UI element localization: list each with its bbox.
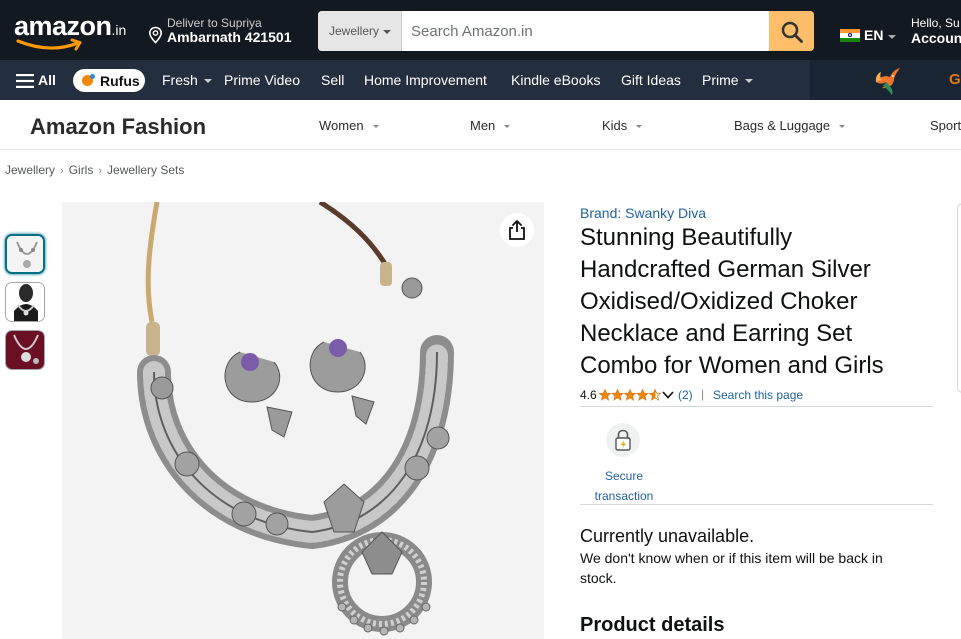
all-menu-label: All <box>38 72 56 88</box>
chevron-down-icon <box>372 125 379 129</box>
chevron-down-icon <box>504 125 511 129</box>
category-label: Kids <box>602 118 628 133</box>
deliver-to-label: Deliver to Supriya <box>167 16 262 30</box>
search-category-label: Jewellery <box>329 24 380 38</box>
chevron-down-icon <box>839 125 846 129</box>
logo-domain: .in <box>111 22 127 38</box>
availability-note: We don't know when or if this item will … <box>580 550 883 586</box>
store-category-kids[interactable]: Kids <box>602 118 643 133</box>
logo-wordmark: amazon <box>14 11 112 41</box>
nav-link-label: Prime <box>702 72 739 88</box>
side-panel-edge <box>957 203 961 393</box>
chevron-down-icon <box>383 29 392 34</box>
secondary-navigation-bar: All Rufus Fresh Prime Video Sell Home Im… <box>0 60 961 100</box>
category-label: Women <box>319 118 364 133</box>
search-category-dropdown[interactable]: Jewellery <box>318 11 402 51</box>
store-category-bags-luggage[interactable]: Bags & Luggage <box>734 118 846 133</box>
secure-transaction-link[interactable]: Secure transaction <box>584 466 664 506</box>
rufus-icon-accent <box>90 74 95 79</box>
breadcrumb-jewellery[interactable]: Jewellery <box>5 163 55 177</box>
chevron-down-icon <box>203 79 212 84</box>
search-bar: Jewellery <box>318 11 814 51</box>
rufus-label: Rufus <box>100 73 140 89</box>
thumbnail-1[interactable] <box>5 234 45 274</box>
secure-transaction-badge[interactable] <box>606 423 640 457</box>
chevron-down-icon <box>636 125 643 129</box>
store-title[interactable]: Amazon Fashion <box>30 114 206 140</box>
necklace-product-image <box>62 202 544 639</box>
necklace-thumbnail-image <box>7 236 43 272</box>
rating-value: 4.6 <box>580 388 597 402</box>
chevron-down-icon[interactable] <box>662 391 674 399</box>
product-title: Stunning Beautifully Handcrafted German … <box>580 224 884 379</box>
availability-status: Currently unavailable. <box>580 526 755 546</box>
star-rating-icon[interactable] <box>599 389 661 401</box>
nav-link-sell[interactable]: Sell <box>321 72 344 88</box>
fashion-store-header: Amazon Fashion Women Men Kids Bags & Lug… <box>0 100 961 150</box>
review-count-link[interactable]: (2) <box>678 388 693 402</box>
store-category-men[interactable]: Men <box>470 118 511 133</box>
amazon-logo[interactable]: amazon.in <box>14 12 126 52</box>
nav-link-gift-ideas[interactable]: Gift Ideas <box>621 72 681 88</box>
divider <box>580 504 933 505</box>
breadcrumb-jewellery-sets[interactable]: Jewellery Sets <box>107 163 184 177</box>
account-menu[interactable]: Account <box>911 30 961 46</box>
top-navigation-bar: amazon.in Deliver to Supriya Ambarnath 4… <box>0 0 961 60</box>
search-input[interactable] <box>403 11 770 51</box>
hamburger-icon <box>16 74 34 88</box>
breadcrumb-girls[interactable]: Girls <box>69 163 94 177</box>
category-label: Bags & Luggage <box>734 118 831 133</box>
category-label: Men <box>470 118 496 133</box>
store-category-women[interactable]: Women <box>319 118 379 133</box>
nav-link-label: Fresh <box>162 72 198 88</box>
search-icon <box>781 21 803 43</box>
nav-link-prime-video[interactable]: Prime Video <box>224 72 300 88</box>
nav-link-kindle-ebooks[interactable]: Kindle eBooks <box>511 72 601 88</box>
share-button[interactable] <box>500 213 534 247</box>
thumbnail-2[interactable] <box>5 282 45 322</box>
product-details-heading: Product details <box>580 614 725 636</box>
brand-link[interactable]: Brand: Swanky Diva <box>580 205 706 221</box>
divider: | <box>701 387 705 401</box>
product-main-image[interactable] <box>62 202 544 639</box>
language-code: EN <box>864 27 884 43</box>
festival-bird-icon <box>875 68 900 95</box>
product-on-maroon-thumbnail-image <box>6 331 44 369</box>
divider <box>580 406 933 407</box>
location-pin-icon <box>148 26 163 44</box>
delivery-address: Ambarnath 421501 <box>167 29 292 45</box>
chevron-down-icon <box>744 79 753 84</box>
share-icon <box>509 220 525 240</box>
breadcrumb-separator: › <box>98 165 103 177</box>
chevron-down-icon <box>888 35 896 39</box>
promo-text: G <box>949 71 961 88</box>
rufus-button[interactable]: Rufus <box>73 69 145 92</box>
breadcrumb-separator: › <box>60 165 64 177</box>
nav-link-fresh[interactable]: Fresh <box>162 72 212 88</box>
store-category-sports[interactable]: Sport <box>930 118 961 133</box>
model-thumbnail-image <box>6 283 44 321</box>
lock-icon <box>615 429 631 451</box>
breadcrumb: Jewellery › Girls › Jewellery Sets <box>5 163 184 177</box>
search-button[interactable] <box>769 11 814 51</box>
search-this-page-link[interactable]: Search this page <box>713 388 803 402</box>
nav-link-home-improvement[interactable]: Home Improvement <box>364 72 487 88</box>
logo-smile-icon <box>16 38 82 51</box>
nav-link-prime[interactable]: Prime <box>702 72 753 88</box>
greeting-text: Hello, Su <box>911 16 960 30</box>
thumbnail-3[interactable] <box>5 330 45 370</box>
india-flag-icon <box>840 29 860 42</box>
